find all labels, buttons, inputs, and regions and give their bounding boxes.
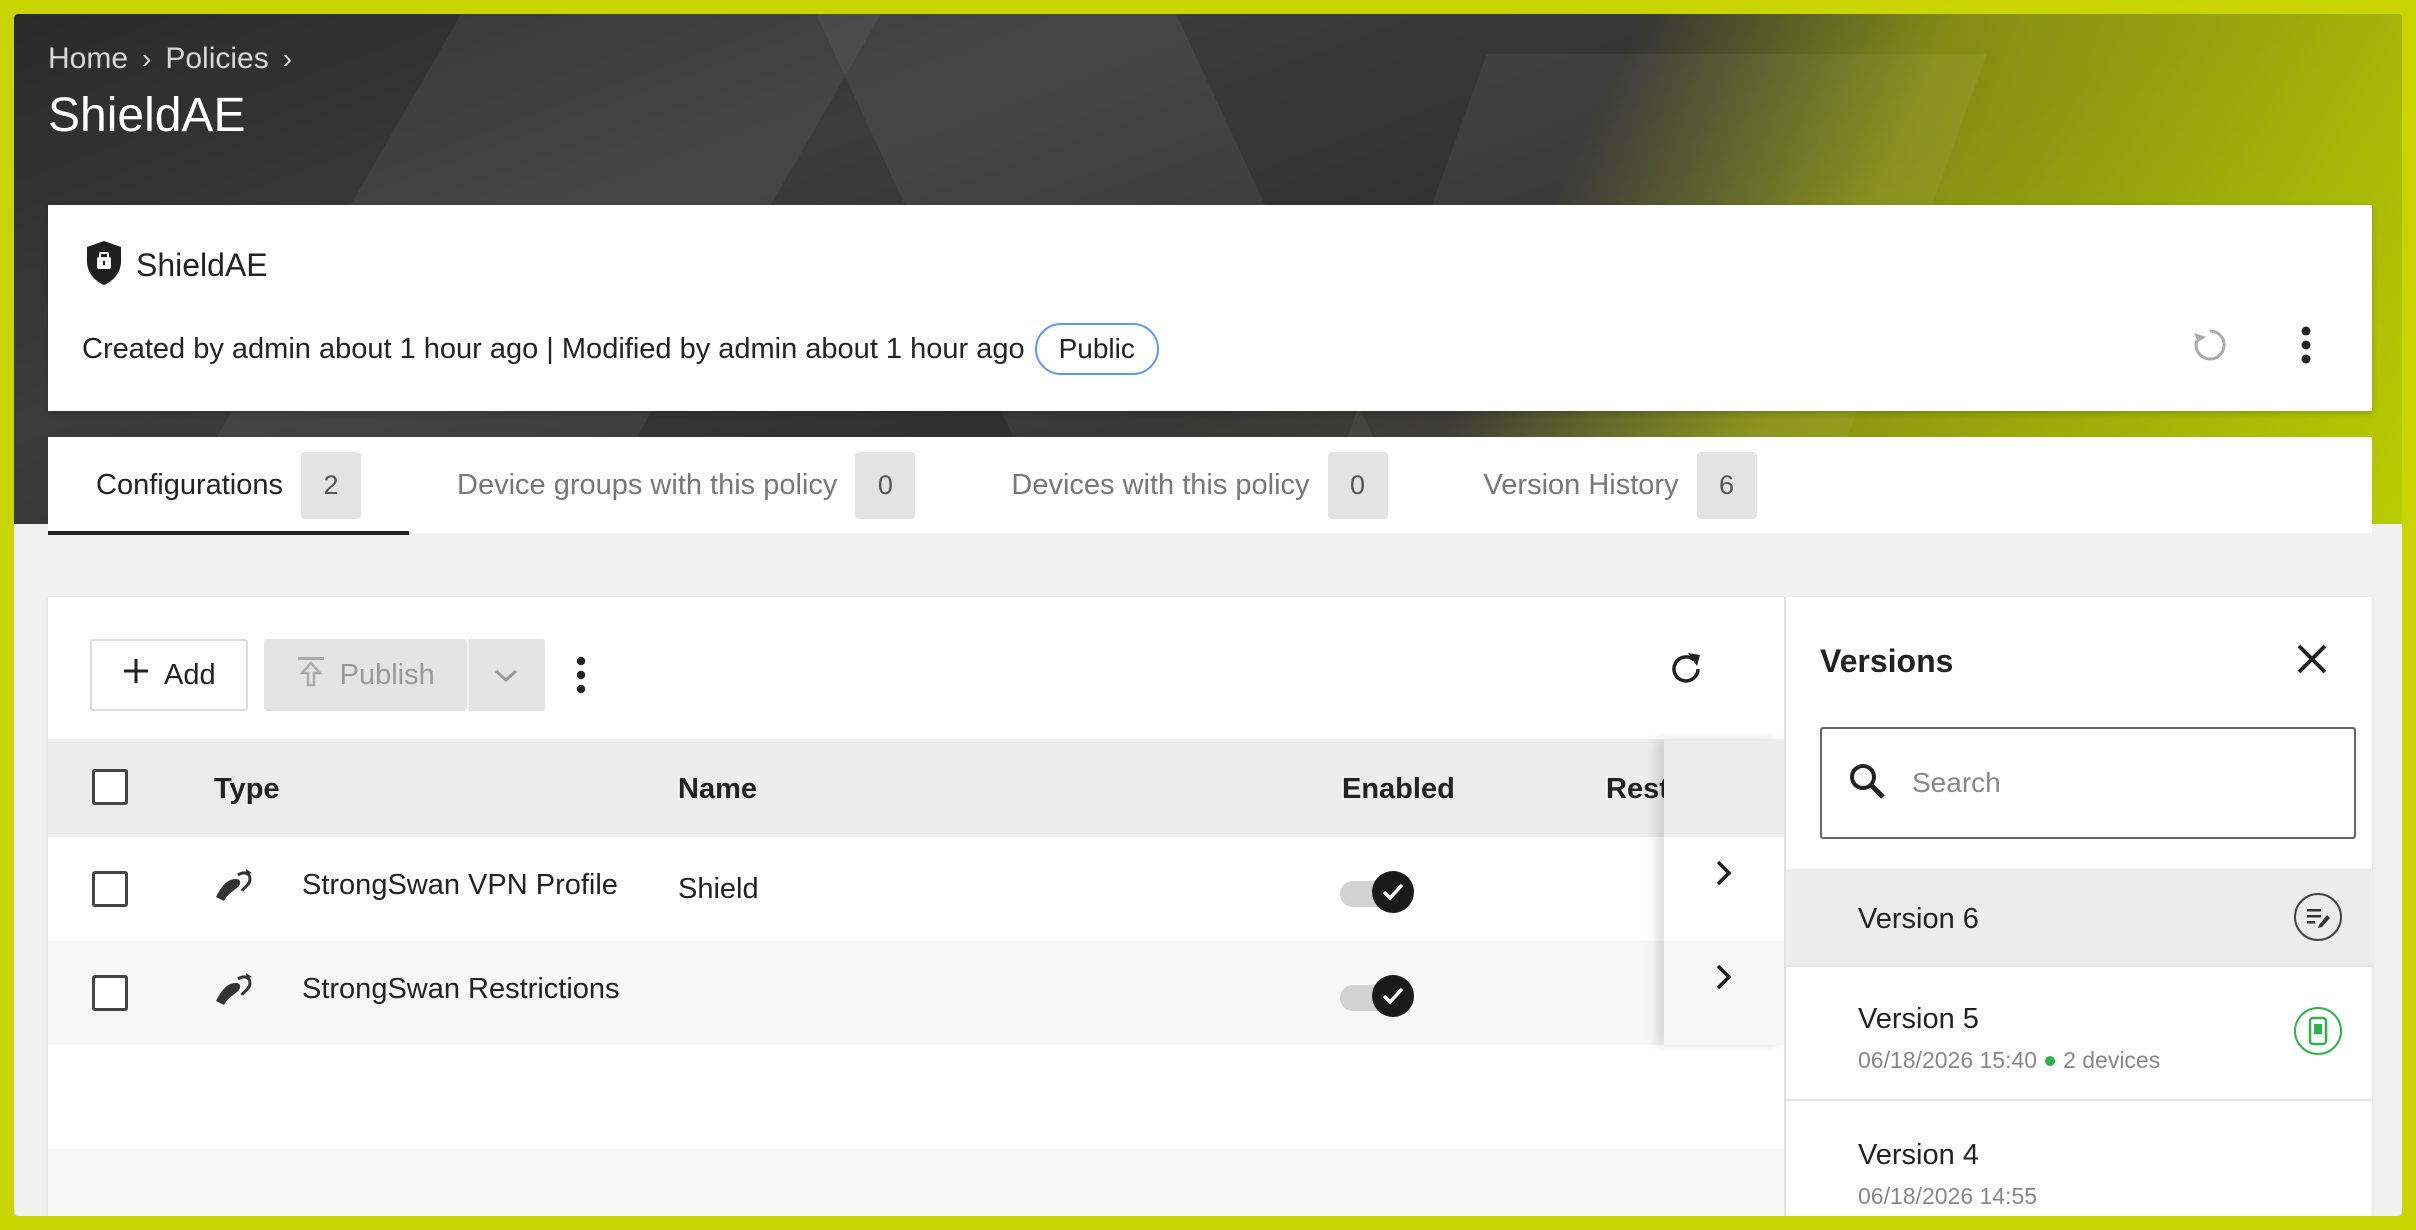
row-type: StrongSwan VPN Profile [302, 869, 618, 901]
toolbar-more-icon[interactable] [561, 639, 601, 711]
version-device-count: 2 devices [2063, 1047, 2161, 1073]
chevron-right-icon: › [142, 43, 152, 74]
breadcrumb-home[interactable]: Home [48, 42, 128, 76]
search-icon [1848, 762, 1886, 805]
versions-panel: Versions Version 6 Version 5 06/18/202 [1784, 597, 2374, 1216]
tab-devices[interactable]: Devices with this policy 0 [963, 437, 1435, 533]
visibility-badge: Public [1034, 323, 1159, 375]
policy-meta: Created by admin about 1 hour ago | Modi… [82, 332, 1025, 365]
row-type: StrongSwan Restrictions [302, 973, 620, 1005]
tab-label: Device groups with this policy [457, 468, 838, 501]
chevron-right-icon: › [282, 43, 293, 74]
tab-label: Configurations [96, 468, 283, 501]
chevron-down-icon [493, 659, 519, 692]
tab-label: Version History [1483, 468, 1679, 501]
enabled-toggle[interactable] [1340, 871, 1416, 913]
page-title: ShieldAE [48, 89, 246, 142]
table-row[interactable]: StrongSwan VPN Profile Shield [48, 837, 1784, 941]
version-meta: 06/18/2026 15:40 2 devices [1858, 1047, 2160, 1074]
draft-notes-icon [2294, 893, 2342, 941]
add-label: Add [164, 658, 216, 691]
versions-search-input[interactable] [1912, 767, 2332, 799]
table-empty-space [48, 1149, 1784, 1216]
policy-name: ShieldAE [136, 247, 268, 283]
version-item[interactable]: Version 6 [1786, 869, 2374, 967]
shield-icon [84, 239, 124, 292]
strongswan-icon [214, 971, 258, 1015]
select-all-checkbox[interactable] [92, 769, 128, 805]
version-date: 06/18/2026 15:40 [1858, 1047, 2038, 1073]
chevron-right-icon [1715, 963, 1733, 996]
row-expand-button[interactable] [1664, 941, 1784, 1045]
revert-icon[interactable] [2190, 325, 2230, 370]
publish-dropdown-button[interactable] [466, 639, 545, 711]
count-badge: 2 [301, 451, 361, 519]
column-type[interactable]: Type [214, 773, 280, 806]
version-meta: 06/18/2026 14:55 [1858, 1183, 2037, 1210]
upload-icon [296, 655, 326, 695]
tab-configurations[interactable]: Configurations 2 [48, 437, 409, 535]
add-button[interactable]: Add [90, 639, 248, 711]
version-name: Version 4 [1858, 1139, 1979, 1171]
tab-bar: Configurations 2 Device groups with this… [48, 437, 2372, 535]
versions-title: Versions [1820, 643, 1954, 679]
table-empty-space [48, 1045, 1784, 1149]
version-name: Version 5 [1858, 1003, 1979, 1035]
chevron-right-icon [1715, 859, 1733, 892]
tab-label: Devices with this policy [1011, 468, 1310, 501]
app-frame: Home › Policies › ShieldAE ShieldAE Crea… [14, 14, 2402, 1216]
column-rest[interactable]: Rest [1606, 773, 1669, 806]
count-badge: 0 [855, 451, 916, 519]
breadcrumb-policies[interactable]: Policies [165, 42, 268, 76]
count-badge: 6 [1696, 451, 1757, 519]
status-dot [2045, 1055, 2056, 1066]
versions-search-field[interactable] [1820, 727, 2356, 839]
row-name: Shield [678, 873, 759, 905]
publish-label: Publish [339, 658, 435, 691]
configurations-panel: Add Publish Type Name Enabled Rest Stron… [48, 597, 2374, 1216]
policy-summary-card: ShieldAE Created by admin about 1 hour a… [48, 205, 2372, 411]
column-enabled[interactable]: Enabled [1342, 773, 1455, 806]
table-header: Type Name Enabled Rest [48, 739, 1784, 837]
tab-version-history[interactable]: Version History 6 [1436, 437, 1805, 533]
enabled-toggle[interactable] [1340, 975, 1416, 1017]
publish-split-button: Publish [263, 639, 545, 711]
row-expand-button[interactable] [1664, 837, 1784, 941]
strongswan-icon [214, 867, 258, 911]
version-date: 06/18/2026 14:55 [1858, 1183, 2038, 1209]
breadcrumb: Home › Policies › [48, 42, 292, 76]
close-icon[interactable] [2296, 643, 2328, 680]
toolbar: Add Publish [90, 639, 601, 711]
table-row[interactable]: StrongSwan Restrictions [48, 941, 1784, 1045]
published-device-icon [2294, 1007, 2342, 1055]
row-checkbox[interactable] [92, 975, 128, 1011]
row-actions-column [1664, 739, 1784, 1045]
refresh-icon[interactable] [1666, 649, 1706, 694]
column-name[interactable]: Name [678, 773, 757, 806]
version-name: Version 6 [1858, 903, 1979, 935]
tab-device-groups[interactable]: Device groups with this policy 0 [409, 437, 963, 533]
row-checkbox[interactable] [92, 871, 128, 907]
version-item[interactable]: Version 5 06/18/2026 15:40 2 devices [1786, 967, 2374, 1101]
plus-icon [122, 657, 150, 693]
count-badge: 0 [1327, 451, 1388, 519]
version-item[interactable]: Version 4 06/18/2026 14:55 [1786, 1101, 2374, 1216]
publish-button[interactable]: Publish [263, 639, 467, 711]
more-options-icon[interactable] [2300, 325, 2312, 370]
